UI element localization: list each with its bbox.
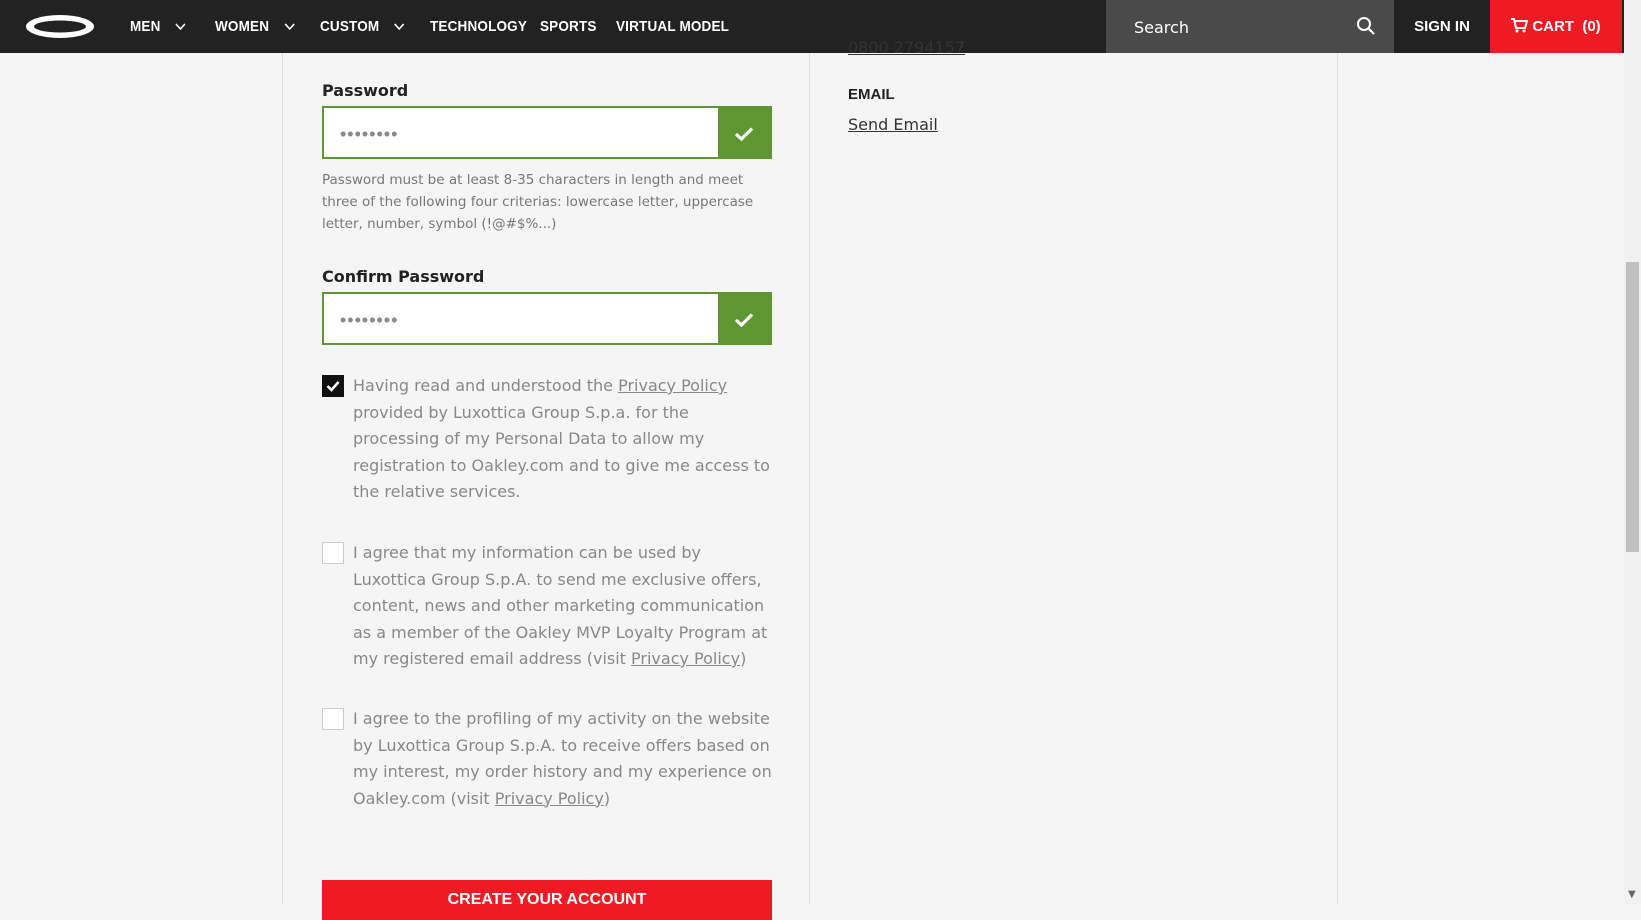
confirm-password-field — [322, 292, 772, 345]
scrollbar[interactable]: ▼ — [1624, 0, 1641, 904]
valid-check — [718, 294, 770, 345]
privacy-consent-text: Having read and understood the Privacy P… — [353, 373, 773, 506]
search-input[interactable] — [1132, 12, 1356, 42]
create-account-button[interactable]: CREATE YOUR ACCOUNT — [322, 880, 772, 920]
search-icon[interactable] — [1356, 16, 1376, 36]
nav-men[interactable]: MEN — [130, 0, 186, 53]
password-hint: Password must be at least 8-35 character… — [322, 172, 754, 232]
valid-check — [718, 108, 770, 159]
chevron-down-icon — [175, 23, 186, 31]
consent-text: ) — [603, 788, 611, 808]
checkmark-icon — [734, 312, 754, 327]
password-label: Password — [322, 81, 409, 100]
oakley-logo[interactable] — [25, 14, 95, 39]
panel-divider — [809, 53, 810, 904]
privacy-policy-link[interactable]: Privacy Policy — [495, 789, 604, 808]
confirm-password-input[interactable] — [338, 306, 702, 334]
chevron-down-icon — [394, 23, 405, 31]
nav-virtual-model[interactable]: VIRTUAL MODEL — [616, 0, 729, 53]
consent-text: ) — [740, 649, 747, 668]
nav-sports[interactable]: SPORTS — [540, 0, 597, 53]
nav-custom-label: CUSTOM — [320, 18, 380, 35]
privacy-policy-link[interactable]: Privacy Policy — [631, 649, 740, 668]
phone-link[interactable]: 0800 2794157 — [848, 38, 965, 57]
top-nav: MEN WOMEN CUSTOM TECHNOLOGY SPORTS VIRTU… — [0, 0, 1624, 53]
confirm-password-label: Confirm Password — [322, 267, 485, 286]
consent-text: Having read and understood the — [353, 376, 619, 395]
password-input[interactable] — [338, 120, 702, 148]
marketing-consent-checkbox[interactable] — [322, 542, 344, 564]
consent-text: provided by Luxottica Group S.p.a. for t… — [353, 402, 770, 502]
checkmark-icon — [326, 381, 340, 392]
nav-technology[interactable]: TECHNOLOGY — [430, 0, 527, 53]
profiling-consent-checkbox[interactable] — [322, 708, 344, 730]
cart-button[interactable]: CART (0) — [1490, 0, 1622, 53]
email-label: EMAIL — [848, 86, 895, 103]
nav-women-label: WOMEN — [215, 18, 270, 35]
privacy-policy-link[interactable]: Privacy Policy — [618, 376, 727, 395]
send-email-link[interactable]: Send Email — [848, 115, 938, 134]
cart-label: CART (0) — [1532, 18, 1601, 35]
privacy-consent-checkbox[interactable] — [322, 375, 344, 397]
checkmark-icon — [734, 126, 754, 141]
marketing-consent-text: I agree that my information can be used … — [353, 540, 773, 673]
profiling-consent-text: I agree to the profiling of my activity … — [353, 706, 773, 812]
password-field — [322, 106, 772, 159]
chevron-down-icon — [284, 23, 295, 31]
scroll-down-arrow-icon[interactable]: ▼ — [1628, 889, 1636, 900]
cart-icon — [1511, 18, 1529, 33]
panel-divider — [1337, 53, 1338, 904]
nav-custom[interactable]: CUSTOM — [320, 0, 405, 53]
scrollbar-thumb[interactable] — [1626, 262, 1639, 552]
sign-in-link[interactable]: SIGN IN — [1394, 0, 1490, 53]
nav-women[interactable]: WOMEN — [215, 0, 295, 53]
nav-men-label: MEN — [130, 18, 161, 35]
search-box — [1106, 0, 1394, 53]
panel-divider — [282, 53, 283, 904]
